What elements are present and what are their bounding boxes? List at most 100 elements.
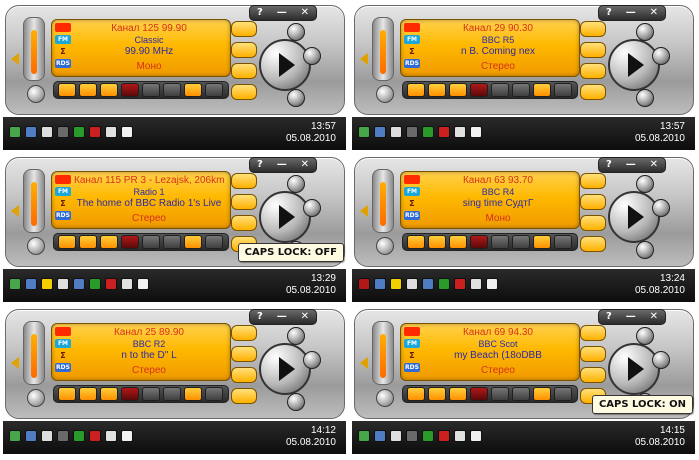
camera-icon[interactable] [512,83,530,97]
rec-button[interactable] [470,235,488,249]
help-button[interactable]: ? [606,311,612,323]
toolbar-button[interactable] [205,235,223,249]
flag-icon[interactable] [470,278,482,290]
list-button[interactable] [231,194,257,210]
list-button[interactable] [580,346,606,362]
down-knob[interactable] [287,393,305,411]
flag-icon[interactable] [121,278,133,290]
play-button[interactable] [608,39,660,91]
close-icon[interactable] [358,278,370,290]
rec-button[interactable] [470,83,488,97]
help-button[interactable]: ? [606,159,612,171]
battery-icon[interactable] [390,430,402,442]
help-button[interactable]: ? [257,311,263,323]
rec-button[interactable] [121,83,139,97]
rec-button[interactable] [121,387,139,401]
close-button[interactable]: ✕ [301,311,309,323]
list-button[interactable] [580,194,606,210]
volume-slider[interactable] [23,321,45,385]
next-knob[interactable] [652,351,670,369]
power-button[interactable] [376,237,394,255]
toolbar-button[interactable] [428,235,446,249]
battery-icon[interactable] [57,278,69,290]
close-button[interactable]: ✕ [650,311,658,323]
camera-icon[interactable] [163,235,181,249]
settings-button[interactable] [231,84,257,100]
shield-icon[interactable] [9,278,21,290]
signal-icon[interactable] [89,430,101,442]
tools-button[interactable] [231,21,257,37]
music-icon[interactable] [57,430,69,442]
flag-icon[interactable] [105,430,117,442]
power-button[interactable] [27,389,45,407]
toolbar-button[interactable] [554,235,572,249]
tools-button[interactable] [580,173,606,189]
close-button[interactable]: ✕ [301,159,309,171]
minimize-button[interactable]: — [277,311,287,323]
music-icon[interactable] [57,126,69,138]
minimize-button[interactable]: — [277,159,287,171]
toolbar-button[interactable] [79,387,97,401]
toolbar-button[interactable] [58,235,76,249]
volume-slider[interactable] [372,169,394,233]
minimize-button[interactable]: — [277,7,287,19]
shield-icon[interactable] [9,430,21,442]
toolbar-button[interactable] [205,83,223,97]
toolbar-button[interactable] [533,387,551,401]
rec-button[interactable] [470,387,488,401]
power-button[interactable] [376,389,394,407]
next-knob[interactable] [303,199,321,217]
toolbar-button[interactable] [58,83,76,97]
close-button[interactable]: ✕ [650,159,658,171]
toolbar-button[interactable] [79,235,97,249]
toolbar-button[interactable] [407,235,425,249]
toolbar-button[interactable] [407,387,425,401]
flag-icon[interactable] [454,430,466,442]
list-button[interactable] [231,346,257,362]
settings-button[interactable] [580,236,606,252]
music-icon[interactable] [449,235,467,249]
toolbar-button[interactable] [79,83,97,97]
folder-button[interactable] [580,63,606,79]
toolbar-button[interactable] [184,235,202,249]
rec-button[interactable] [121,235,139,249]
help-button[interactable]: ? [257,7,263,19]
play-button[interactable] [608,191,660,243]
toolbar-button[interactable] [428,83,446,97]
minimize-button[interactable]: — [626,159,636,171]
wifi-icon[interactable] [438,278,450,290]
wifi-icon[interactable] [73,430,85,442]
volume-slider[interactable] [23,17,45,81]
play-button[interactable] [259,191,311,243]
shield-icon[interactable] [358,126,370,138]
clock[interactable]: 13:24 05.08.2010 [635,273,685,297]
volume-slider[interactable] [372,321,394,385]
search-icon[interactable] [73,278,85,290]
signal-icon[interactable] [438,126,450,138]
power-button[interactable] [27,237,45,255]
list-button[interactable] [231,42,257,58]
battery-icon[interactable] [390,126,402,138]
disc-icon[interactable] [390,278,402,290]
prev-icon[interactable] [360,53,368,65]
shield-icon[interactable] [358,430,370,442]
camera-icon[interactable] [163,83,181,97]
tools-button[interactable] [231,173,257,189]
clock[interactable]: 13:57 05.08.2010 [635,121,685,145]
network-icon[interactable] [374,126,386,138]
signal-icon[interactable] [105,278,117,290]
signal-icon[interactable] [89,126,101,138]
battery-icon[interactable] [41,430,53,442]
folder-button[interactable] [580,367,606,383]
wifi-icon[interactable] [89,278,101,290]
wifi-icon[interactable] [73,126,85,138]
toolbar-button[interactable] [142,235,160,249]
prev-icon[interactable] [360,357,368,369]
minimize-button[interactable]: — [626,311,636,323]
music-icon[interactable] [449,83,467,97]
next-knob[interactable] [303,351,321,369]
toolbar-button[interactable] [184,387,202,401]
play-button[interactable] [259,39,311,91]
play-button[interactable] [259,343,311,395]
close-button[interactable]: ✕ [650,7,658,19]
